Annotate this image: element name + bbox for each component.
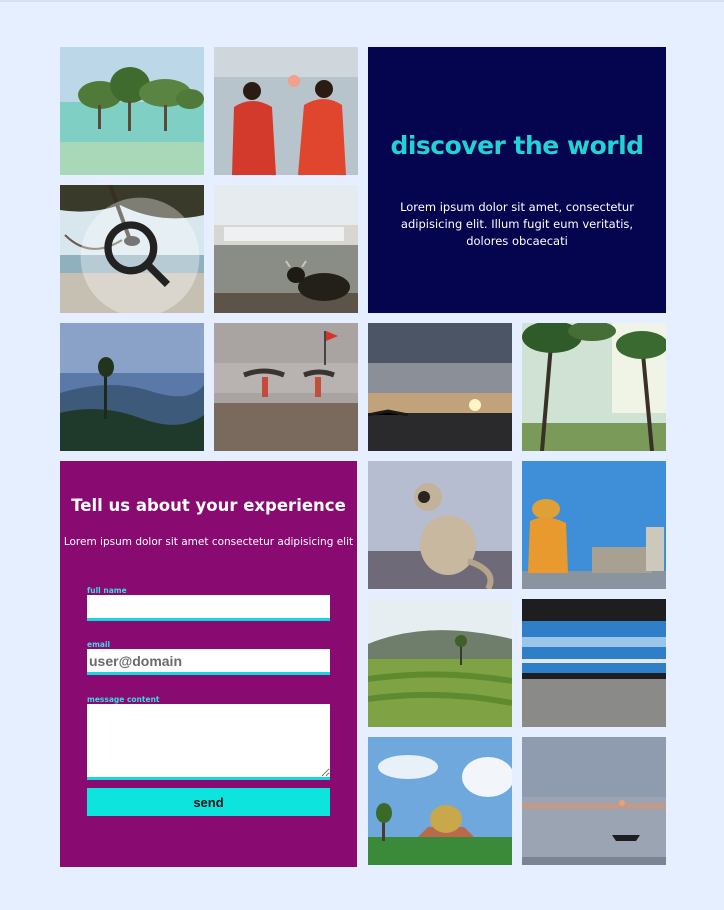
photo-sunset-over-sea[interactable] — [368, 323, 512, 451]
photo-tea-plantation[interactable] — [368, 599, 512, 727]
email-label: email — [87, 640, 111, 649]
send-button[interactable]: send — [87, 788, 330, 816]
search-icon[interactable] — [68, 193, 204, 313]
form-title: Tell us about your experience — [71, 496, 346, 515]
photo-speeding-train[interactable] — [522, 599, 666, 727]
photo-langur-monkey[interactable] — [368, 461, 512, 589]
hero-text: Lorem ipsum dolor sit amet, consectetur … — [400, 200, 634, 248]
photo-misty-hills-tree[interactable] — [60, 323, 204, 451]
email-field[interactable] — [87, 649, 330, 675]
photo-women-in-red-saris[interactable] — [214, 47, 358, 175]
photo-boat-at-dusk[interactable] — [522, 737, 666, 865]
message-label: message content — [87, 695, 160, 704]
photo-golden-dome[interactable] — [368, 737, 512, 865]
fullname-label: full name — [87, 586, 127, 595]
fullname-field[interactable] — [87, 595, 330, 621]
photo-fishermen-beach[interactable] — [214, 323, 358, 451]
photo-sadhu-against-blue-wall[interactable] — [522, 461, 666, 589]
photo-beach-hammock[interactable] — [60, 185, 204, 313]
experience-form-panel: Tell us about your experience Lorem ipsu… — [60, 461, 357, 867]
photo-cow-by-river[interactable] — [214, 185, 358, 313]
photo-palm-grove[interactable] — [522, 323, 666, 451]
photo-mangrove-trees-in-sea[interactable] — [60, 47, 204, 175]
message-field[interactable] — [87, 704, 330, 780]
hero-panel: discover the world Lorem ipsum dolor sit… — [368, 47, 666, 313]
hero-title: discover the world — [390, 131, 644, 160]
form-subtitle: Lorem ipsum dolor sit amet consectetur a… — [63, 536, 354, 548]
top-border — [0, 0, 724, 2]
